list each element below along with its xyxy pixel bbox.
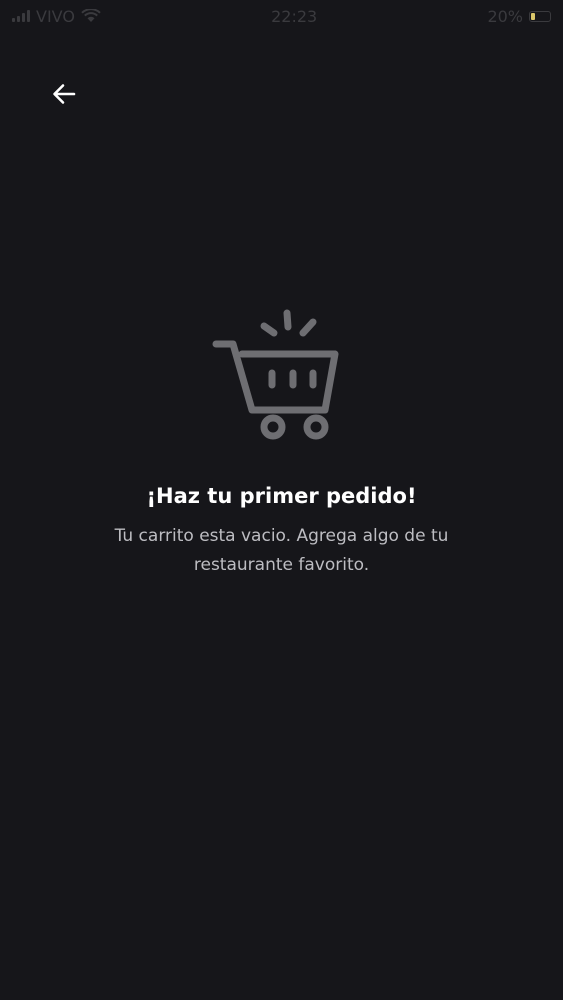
battery-fill	[531, 12, 535, 20]
battery-icon	[529, 10, 551, 22]
empty-cart-title: ¡Haz tu primer pedido!	[146, 484, 417, 508]
status-bar: VIVO 22:23 20%	[0, 0, 563, 32]
arrow-left-icon	[53, 84, 76, 104]
empty-cart-state: ¡Haz tu primer pedido! Tu carrito esta v…	[0, 300, 563, 580]
battery-percent: 20%	[487, 6, 523, 26]
status-right: 20%	[487, 7, 551, 26]
signal-bars-icon	[12, 10, 30, 22]
shopping-cart-icon	[212, 309, 338, 440]
wifi-icon	[81, 9, 101, 22]
back-button[interactable]	[44, 74, 84, 114]
carrier-label: VIVO	[36, 6, 75, 26]
status-left: VIVO	[12, 7, 101, 26]
status-time: 22:23	[271, 6, 318, 26]
empty-cart-subtitle: Tu carrito esta vacio. Agrega algo de tu…	[114, 526, 449, 575]
